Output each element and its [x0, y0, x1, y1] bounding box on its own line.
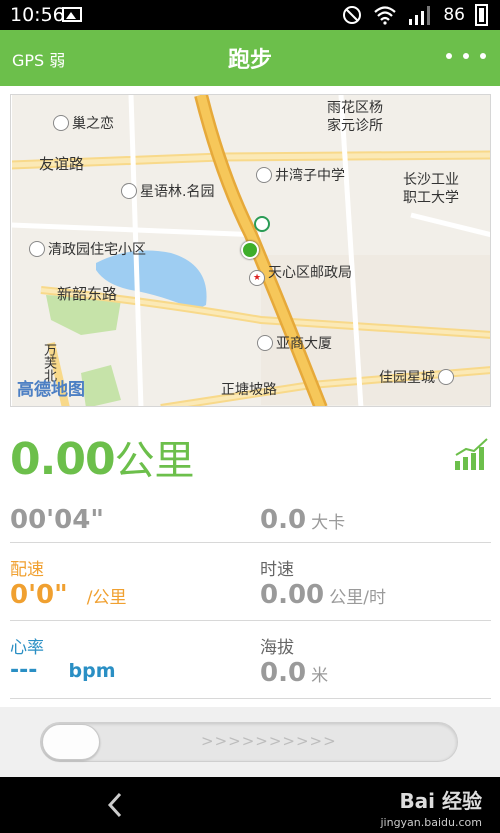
wifi-icon: [374, 6, 397, 25]
status-icons: 86: [341, 3, 488, 27]
speed-label: 时速: [260, 560, 294, 580]
baidu-watermark: Bai 经验 jingyan.baidu.com: [380, 785, 482, 829]
stat-row-duration: 00'04" 0.0 大卡: [10, 503, 491, 543]
baidu-url: jingyan.baidu.com: [380, 816, 482, 829]
more-menu-button[interactable]: [446, 46, 486, 66]
heart-rate-value: ---: [10, 658, 38, 683]
more-dot-icon: [463, 53, 469, 59]
map-label-poi: 亚商大厦: [257, 333, 332, 353]
app-header: GPS 弱 跑步: [0, 30, 500, 86]
heart-rate-unit: bpm: [68, 660, 116, 682]
map-label-road: 正塘坡路: [221, 382, 277, 398]
poi-icon: [438, 369, 454, 385]
calories-unit: 大卡: [311, 513, 346, 533]
poi-icon: [121, 183, 137, 199]
control-area: >>>>>>>>>>: [0, 707, 500, 777]
post-office-icon: ★: [249, 270, 265, 286]
map-watermark: 高德地图: [17, 380, 85, 400]
map-label-poi: 雨花区杨: [327, 100, 383, 116]
signal-icon: [409, 6, 431, 25]
slider-knob[interactable]: [42, 724, 100, 760]
page-title: 跑步: [227, 48, 272, 73]
poi-icon: [29, 241, 45, 257]
do-not-disturb-icon: [343, 6, 362, 24]
battery-icon: [475, 4, 488, 26]
map-label-road: 友谊路: [39, 155, 85, 173]
slide-to-control-track[interactable]: >>>>>>>>>>: [40, 722, 458, 762]
map-label-poi: ★ 天心区邮政局: [249, 262, 352, 286]
altitude-value: 0.0: [260, 658, 307, 688]
school-icon: [256, 167, 272, 183]
more-dot-icon: [446, 53, 452, 59]
status-bar: 10:56 86: [0, 0, 500, 30]
pace-value: 0'0": [10, 580, 68, 610]
slide-hint-arrows: >>>>>>>>>>: [201, 732, 337, 750]
map-label-poi: 家元诊所: [327, 118, 383, 134]
map-view[interactable]: 巢之恋 雨花区杨 家元诊所 友谊路 井湾子中学 长沙工业 职工大学 星语林.名园…: [10, 94, 491, 407]
map-label-poi: 巢之恋: [53, 113, 114, 133]
more-dot-icon: [480, 53, 486, 59]
stat-row-heart: 心率 --- bpm 海拔 0.0 米: [10, 633, 491, 699]
poi-icon: [257, 335, 273, 351]
current-location-marker: [241, 241, 259, 259]
altitude-label: 海拔: [260, 638, 294, 658]
heart-rate-label: 心率: [10, 638, 44, 658]
poi-icon: [53, 115, 69, 131]
baidu-brand: Bai 经验: [399, 789, 482, 813]
map-label-poi: 井湾子中学: [256, 165, 345, 185]
map-label-poi: 长沙工业: [403, 172, 459, 188]
back-arrow-icon[interactable]: [102, 791, 130, 819]
stat-row-pace: 配速 0'0" /公里 时速 0.00 公里/时: [10, 555, 491, 621]
speed-value: 0.00: [260, 580, 325, 610]
map-label-poi: 清政园住宅小区: [29, 239, 146, 259]
status-time: 10:56: [10, 4, 65, 26]
distance-readout: 0.00公里: [10, 428, 195, 486]
duration-value: 00'04": [10, 505, 104, 535]
map-label-poi: 星语林.名园: [121, 181, 214, 201]
altitude-unit: 米: [311, 666, 329, 686]
pace-label: 配速: [10, 560, 44, 580]
map-label-poi: 佳园星城: [379, 367, 457, 387]
speed-unit: 公里/时: [329, 588, 386, 608]
battery-percent: 86: [443, 5, 465, 25]
distance-value: 0.00: [10, 434, 116, 485]
map-label-poi: 职工大学: [403, 190, 459, 206]
pace-unit: /公里: [86, 588, 127, 608]
calories-value: 0.0: [260, 505, 307, 535]
map-label-road: 新韶东路: [57, 285, 118, 303]
distance-unit: 公里: [114, 438, 195, 484]
system-nav-bar: Bai 经验 jingyan.baidu.com: [0, 777, 500, 833]
photo-notification-icon: [62, 7, 82, 22]
bar-chart-icon[interactable]: [454, 437, 490, 471]
